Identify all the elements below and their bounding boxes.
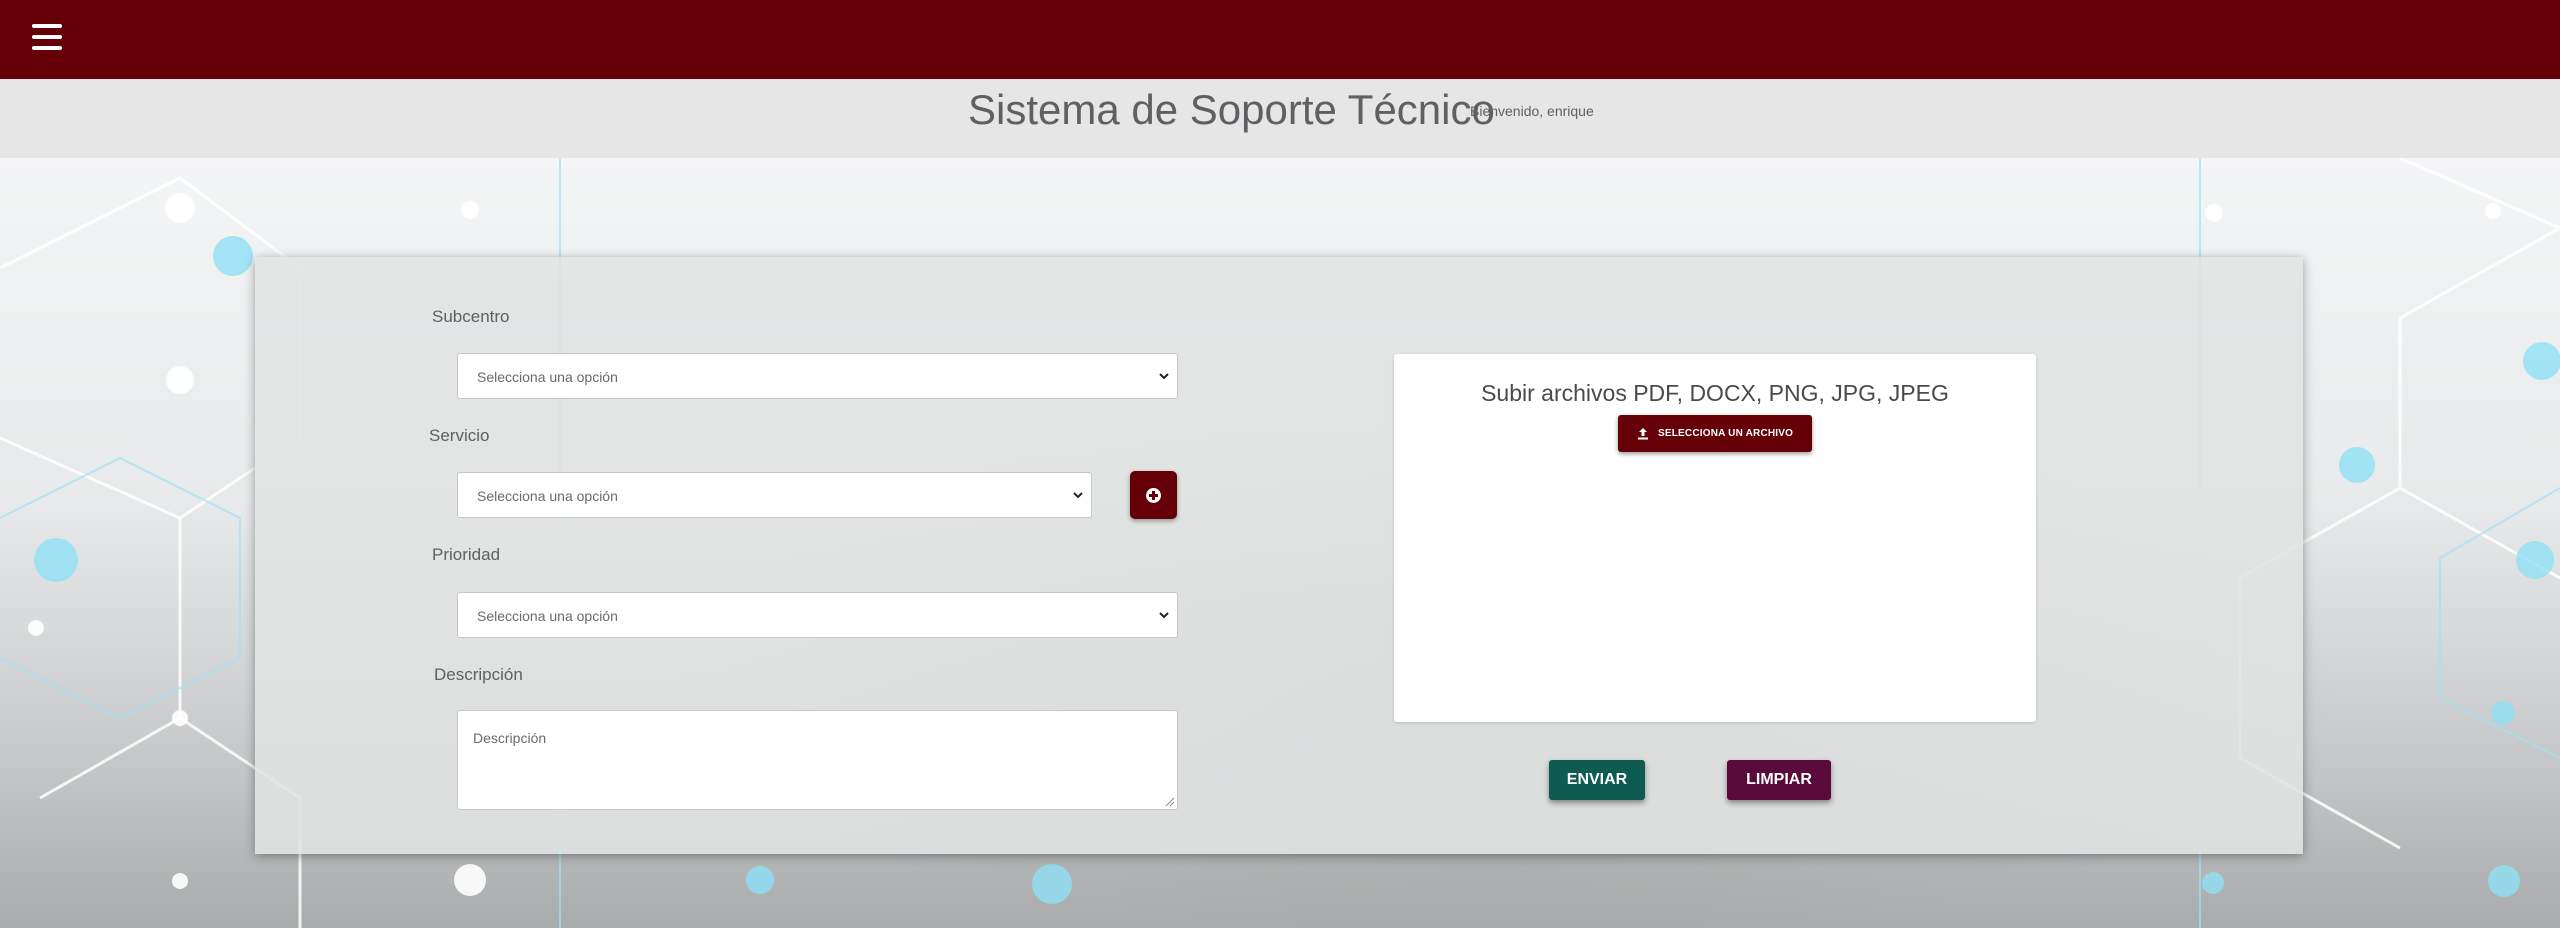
upload-icon [1638,428,1648,440]
subcentro-selected-value: Selecciona una opción [477,369,618,385]
welcome-text: Bienvenido, enrique [1470,103,1594,119]
resize-grip-icon[interactable] [1165,797,1175,807]
descripcion-textarea[interactable]: Descripción [457,710,1178,810]
subcentro-label: Subcentro [432,307,510,326]
clear-button[interactable]: LIMPIAR [1727,760,1831,800]
page-title: Sistema de Soporte Técnico [968,86,1495,133]
select-file-label: SELECCIONA UN ARCHIVO [1658,428,1794,439]
prioridad-label: Prioridad [432,545,501,564]
send-button[interactable]: ENVIAR [1549,760,1645,800]
servicio-label: Servicio [429,426,490,445]
plus-circle-icon [1146,488,1161,503]
upload-title: Subir archivos PDF, DOCX, PNG, JPG, JPEG [1481,380,1949,406]
servicio-selected-value: Selecciona una opción [477,488,618,504]
top-navbar [0,0,2560,79]
add-servicio-button[interactable] [1130,471,1177,519]
chevron-down-icon [1073,492,1083,499]
prioridad-selected-value: Selecciona una opción [477,608,618,624]
file-upload-panel: Subir archivos PDF, DOCX, PNG, JPG, JPEG… [1394,354,2036,722]
chevron-down-icon [1159,373,1169,380]
descripcion-placeholder: Descripción [473,730,547,746]
hamburger-menu-icon[interactable] [32,24,62,52]
select-file-button[interactable]: SELECCIONA UN ARCHIVO [1618,415,1812,452]
prioridad-select[interactable]: Selecciona una opción [457,592,1178,638]
descripcion-label: Descripción [434,665,523,684]
servicio-select[interactable]: Selecciona una opción [457,472,1092,518]
chevron-down-icon [1159,612,1169,619]
subcentro-select[interactable]: Selecciona una opción [457,353,1178,399]
